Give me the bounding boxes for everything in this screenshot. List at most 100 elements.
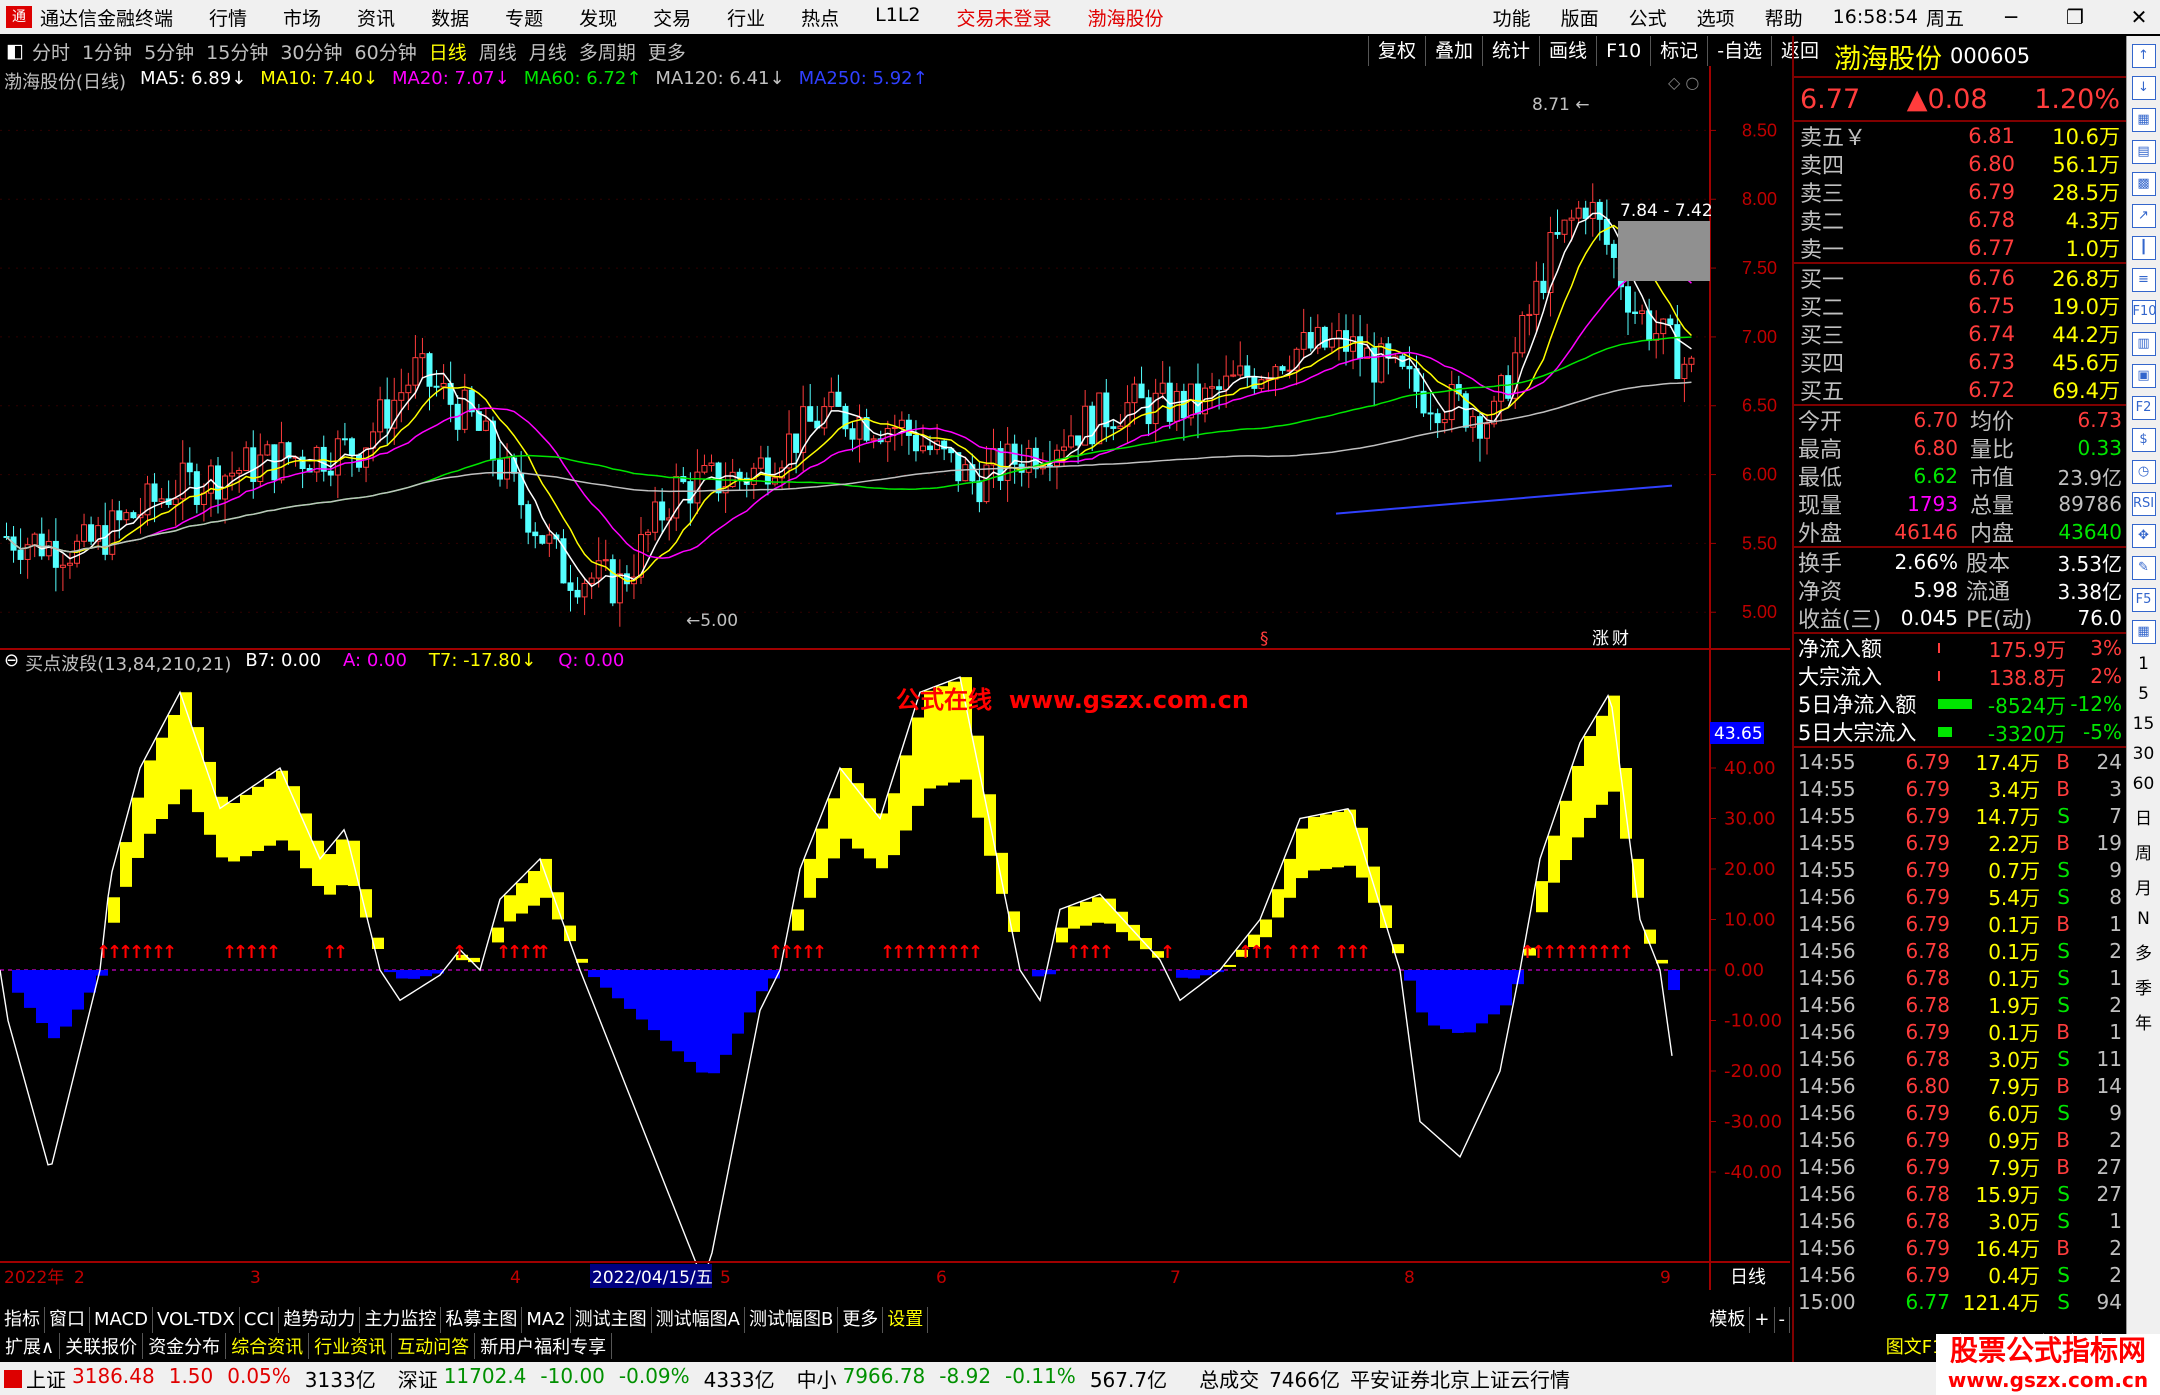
spreadsheet-icon[interactable]: ▦: [2131, 620, 2156, 644]
trade-login-status[interactable]: 交易未登录: [957, 4, 1052, 31]
menu-item-4[interactable]: 专题: [505, 4, 543, 31]
indicator-tab-12[interactable]: 更多: [838, 1307, 884, 1333]
menu-item-8[interactable]: 热点: [801, 4, 839, 31]
rsi-icon[interactable]: RSI: [2131, 492, 2156, 516]
up-arrow-icon[interactable]: ↑: [2131, 44, 2156, 68]
indicator-tab-0[interactable]: 指标: [0, 1307, 45, 1333]
ext-tab-1[interactable]: 关联报价: [60, 1333, 144, 1359]
calc-icon[interactable]: ▦: [2131, 108, 2156, 132]
menu-item-3[interactable]: 数据: [431, 4, 469, 31]
period-tab-9[interactable]: 多周期: [579, 38, 636, 65]
menu-item-7[interactable]: 行业: [727, 4, 765, 31]
f10-icon[interactable]: F10: [2131, 300, 2157, 324]
chart-tool-1[interactable]: 叠加: [1425, 36, 1482, 66]
menu-item-2[interactable]: 资讯: [357, 4, 395, 31]
ext-tab-4[interactable]: 行业资讯: [309, 1333, 393, 1359]
menu-item-6[interactable]: 交易: [653, 4, 691, 31]
doc-icon[interactable]: ▤: [2131, 140, 2156, 164]
minimize-icon[interactable]: ─: [1994, 5, 2028, 29]
ext-tab-0[interactable]: 扩展∧: [0, 1333, 61, 1359]
sidebar-period-5[interactable]: 日: [2135, 804, 2152, 829]
alarm-icon[interactable]: ◷: [2131, 460, 2156, 484]
ext-tab-5[interactable]: 互动问答: [392, 1333, 476, 1359]
indicator-tab-7[interactable]: 私募主图: [441, 1307, 523, 1333]
sidebar-period-3[interactable]: 30: [2133, 744, 2155, 764]
period-tab-5[interactable]: 60分钟: [355, 38, 417, 65]
tab-right-1[interactable]: +: [1750, 1307, 1775, 1333]
period-tab-0[interactable]: 分时: [32, 38, 70, 65]
money-icon[interactable]: $: [2131, 428, 2156, 452]
indicator-collapse-icon[interactable]: ⊖: [4, 650, 19, 676]
sidebar-period-0[interactable]: 1: [2138, 654, 2149, 674]
chart-tool-3[interactable]: 画线: [1539, 36, 1596, 66]
rank-icon[interactable]: ▥: [2131, 332, 2156, 356]
indicator-tab-1[interactable]: 窗口: [45, 1307, 90, 1333]
indicator-tab-8[interactable]: MA2: [522, 1307, 571, 1333]
menu-right-item-4[interactable]: 帮助: [1765, 4, 1803, 31]
indicator-tab-9[interactable]: 测试主图: [571, 1307, 652, 1333]
sidebar-period-9[interactable]: 多: [2135, 939, 2152, 964]
chart-tool-0[interactable]: 复权: [1368, 36, 1425, 66]
sidebar-period-1[interactable]: 5: [2138, 684, 2149, 704]
kline-chart[interactable]: 8.50 8.00 7.50 7.00 6.50 6.00 5.50 5.00 7.84 - 7…: [0, 66, 1790, 650]
sidebar-period-7[interactable]: 月: [2135, 874, 2152, 899]
menu-item-0[interactable]: 行情: [209, 4, 247, 31]
period-tab-3[interactable]: 15分钟: [206, 38, 268, 65]
indicator-tab-2[interactable]: MACD: [90, 1307, 153, 1333]
restore-icon[interactable]: ❐: [2058, 5, 2092, 29]
period-tab-7[interactable]: 周线: [479, 38, 517, 65]
f2-icon[interactable]: F2: [2131, 396, 2156, 420]
time-label-1: 2: [74, 1268, 85, 1288]
menu-right-item-3[interactable]: 选项: [1697, 4, 1735, 31]
period-tab-10[interactable]: 更多: [648, 38, 686, 65]
menu-item-9[interactable]: L1L2: [875, 4, 920, 31]
tab-right-0[interactable]: 模板: [1705, 1307, 1751, 1333]
chart-tool-6[interactable]: -自选: [1707, 36, 1771, 66]
sell-wave-bar: [1404, 970, 1416, 981]
time-label-6: 6: [936, 1268, 947, 1288]
indicator-tab-6[interactable]: 主力监控: [360, 1307, 442, 1333]
chart-line-icon[interactable]: ↗: [2131, 204, 2156, 228]
ext-tab-3[interactable]: 综合资讯: [226, 1333, 310, 1359]
collapse-icon[interactable]: ◧: [6, 40, 24, 62]
sidebar-period-8[interactable]: N: [2137, 909, 2150, 929]
news-icon[interactable]: ▣: [2131, 364, 2156, 388]
indicator-tab-13[interactable]: 设置: [883, 1307, 929, 1333]
indicator-tab-5[interactable]: 趋势动力: [279, 1307, 361, 1333]
indicator-tab-11[interactable]: 测试幅图B: [745, 1307, 839, 1333]
period-tab-8[interactable]: 月线: [529, 38, 567, 65]
tab-right-2[interactable]: -: [1775, 1307, 1790, 1333]
chart-tool-4[interactable]: F10: [1596, 36, 1650, 66]
compass-icon[interactable]: ✥: [2131, 524, 2156, 548]
close-icon[interactable]: ✕: [2122, 5, 2156, 29]
down-arrow-icon[interactable]: ↓: [2131, 76, 2156, 100]
pen-icon[interactable]: ✎: [2131, 556, 2156, 580]
indicator-tab-4[interactable]: CCI: [240, 1307, 280, 1333]
ext-tab-2[interactable]: 资金分布: [143, 1333, 227, 1359]
sidebar-period-6[interactable]: 周: [2135, 839, 2152, 864]
indicator-tab-3[interactable]: VOL-TDX: [153, 1307, 240, 1333]
sidebar-period-10[interactable]: 季: [2135, 974, 2152, 999]
f5-icon[interactable]: F5: [2131, 588, 2156, 612]
sidebar-period-4[interactable]: 60: [2133, 774, 2155, 794]
tick-list[interactable]: 14:55 6.79 17.4万 B 24 14:55 6.79 3.4万 B 3 14:55 6.7…: [1794, 748, 2126, 1316]
list-icon[interactable]: ≡: [2131, 268, 2156, 292]
chart-tool-5[interactable]: 标记: [1650, 36, 1707, 66]
menu-item-5[interactable]: 发现: [579, 4, 617, 31]
period-tab-4[interactable]: 30分钟: [280, 38, 342, 65]
menu-right-item-2[interactable]: 公式: [1629, 4, 1667, 31]
period-tab-6[interactable]: 日线: [429, 38, 467, 65]
chart-tool-2[interactable]: 统计: [1482, 36, 1539, 66]
period-tab-1[interactable]: 1分钟: [82, 38, 132, 65]
indicator-chart[interactable]: 40.00 30.00 20.00 10.00 0.00 -10.00 -20.00 -30.…: [0, 650, 1790, 1290]
menu-item-1[interactable]: 市场: [283, 4, 321, 31]
sidebar-period-11[interactable]: 年: [2135, 1009, 2152, 1034]
ext-tab-6[interactable]: 新用户福利专享: [475, 1333, 613, 1359]
menu-right-item-0[interactable]: 功能: [1493, 4, 1531, 31]
sidebar-period-2[interactable]: 15: [2133, 714, 2155, 734]
grid-icon[interactable]: ▩: [2131, 172, 2156, 196]
period-tab-2[interactable]: 5分钟: [144, 38, 194, 65]
indicator-tab-10[interactable]: 测试幅图A: [652, 1307, 745, 1333]
menu-right-item-1[interactable]: 版面: [1561, 4, 1599, 31]
candles-icon[interactable]: ┃: [2131, 236, 2156, 260]
